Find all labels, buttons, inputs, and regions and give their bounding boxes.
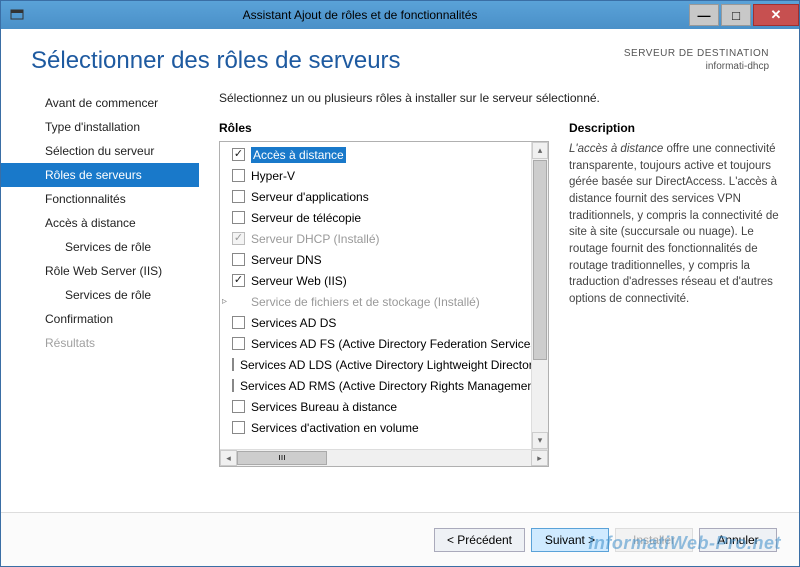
role-item[interactable]: Services AD LDS (Active Directory Lightw…	[220, 354, 548, 375]
expand-icon[interactable]: ▹	[222, 296, 232, 307]
role-checkbox[interactable]	[232, 211, 245, 224]
wizard-step[interactable]: Avant de commencer	[1, 91, 199, 115]
wizard-step[interactable]: Rôles de serveurs	[1, 163, 199, 187]
roles-label: Rôles	[219, 121, 549, 135]
app-icon	[9, 7, 25, 23]
role-checkbox	[232, 232, 245, 245]
role-checkbox[interactable]	[232, 148, 245, 161]
role-checkbox[interactable]	[232, 316, 245, 329]
window-buttons: — □ ✕	[687, 4, 799, 26]
description-body: offre une connectivité transparente, tou…	[569, 143, 779, 305]
wizard-step[interactable]: Accès à distance	[1, 211, 199, 235]
scroll-thumb-v[interactable]	[533, 160, 547, 360]
minimize-button[interactable]: —	[689, 4, 719, 26]
wizard-step: Résultats	[1, 331, 199, 355]
wizard-step[interactable]: Services de rôle	[1, 235, 199, 259]
role-checkbox[interactable]	[232, 400, 245, 413]
role-label: Services AD LDS (Active Directory Lightw…	[240, 358, 548, 372]
titlebar: Assistant Ajout de rôles et de fonctionn…	[1, 1, 799, 29]
horizontal-scrollbar[interactable]: ◂ ııı ▸	[220, 449, 548, 466]
role-checkbox[interactable]	[232, 337, 245, 350]
role-checkbox[interactable]	[232, 274, 245, 287]
window-title: Assistant Ajout de rôles et de fonctionn…	[33, 8, 687, 22]
wizard-step[interactable]: Fonctionnalités	[1, 187, 199, 211]
header: Sélectionner des rôles de serveurs SERVE…	[1, 29, 799, 85]
role-item[interactable]: Serveur DNS	[220, 249, 548, 270]
wizard-steps: Avant de commencerType d'installationSél…	[1, 85, 199, 512]
role-label: Services d'activation en volume	[251, 421, 419, 435]
role-label: Serveur DNS	[251, 253, 322, 267]
role-label: Serveur DHCP (Installé)	[251, 232, 379, 246]
wizard-step[interactable]: Rôle Web Server (IIS)	[1, 259, 199, 283]
role-label: Serveur Web (IIS)	[251, 274, 347, 288]
wizard-step[interactable]: Services de rôle	[1, 283, 199, 307]
destination-server: informati-dhcp	[624, 60, 769, 73]
wizard-body: Sélectionner des rôles de serveurs SERVE…	[1, 29, 799, 566]
role-label: Services AD FS (Active Directory Federat…	[251, 337, 540, 351]
role-label: Service de fichiers et de stockage (Inst…	[251, 295, 480, 309]
role-item[interactable]: Hyper-V	[220, 165, 548, 186]
role-checkbox[interactable]	[232, 358, 234, 371]
install-button: Installer	[615, 528, 693, 552]
role-item[interactable]: Services AD RMS (Active Directory Rights…	[220, 375, 548, 396]
role-checkbox[interactable]	[232, 169, 245, 182]
cancel-button[interactable]: Annuler	[699, 528, 777, 552]
destination-label: SERVEUR DE DESTINATION	[624, 47, 769, 60]
scroll-down-arrow[interactable]: ▾	[532, 432, 548, 449]
role-checkbox[interactable]	[232, 421, 245, 434]
roles-listbox: Accès à distance Hyper-V Serveur d'applica…	[219, 141, 549, 467]
role-label: Serveur d'applications	[251, 190, 369, 204]
role-checkbox[interactable]	[232, 253, 245, 266]
role-item[interactable]: Services AD FS (Active Directory Federat…	[220, 333, 548, 354]
role-label: Services AD RMS (Active Directory Rights…	[240, 379, 548, 393]
role-item[interactable]: Services Bureau à distance	[220, 396, 548, 417]
role-item[interactable]: Serveur d'applications	[220, 186, 548, 207]
vertical-scrollbar[interactable]: ▴ ▾	[531, 142, 548, 449]
role-item[interactable]: Services d'activation en volume	[220, 417, 548, 438]
role-checkbox[interactable]	[232, 379, 234, 392]
description-lead: L'accès à distance	[569, 143, 663, 155]
footer: < Précédent Suivant > Installer Annuler	[1, 512, 799, 566]
wizard-step[interactable]: Sélection du serveur	[1, 139, 199, 163]
previous-button[interactable]: < Précédent	[434, 528, 525, 552]
role-label: Services Bureau à distance	[251, 400, 397, 414]
close-button[interactable]: ✕	[753, 4, 799, 26]
scroll-left-arrow[interactable]: ◂	[220, 450, 237, 466]
role-item[interactable]: Serveur de télécopie	[220, 207, 548, 228]
scroll-right-arrow[interactable]: ▸	[531, 450, 548, 466]
role-item[interactable]: Services AD DS	[220, 312, 548, 333]
wizard-step[interactable]: Type d'installation	[1, 115, 199, 139]
wizard-step[interactable]: Confirmation	[1, 307, 199, 331]
wizard-window: Assistant Ajout de rôles et de fonctionn…	[0, 0, 800, 567]
destination-info: SERVEUR DE DESTINATION informati-dhcp	[624, 47, 769, 73]
role-item[interactable]: Accès à distance	[220, 144, 548, 165]
scroll-thumb-h[interactable]: ııı	[237, 451, 327, 465]
page-title: Sélectionner des rôles de serveurs	[31, 47, 401, 75]
content: Avant de commencerType d'installationSél…	[1, 85, 799, 512]
description-label: Description	[569, 121, 791, 135]
role-item: Serveur DHCP (Installé)	[220, 228, 548, 249]
scroll-up-arrow[interactable]: ▴	[532, 142, 548, 159]
role-checkbox[interactable]	[232, 190, 245, 203]
instruction-text: Sélectionnez un ou plusieurs rôles à ins…	[219, 91, 791, 105]
main-panel: Sélectionnez un ou plusieurs rôles à ins…	[199, 85, 799, 512]
description-text: L'accès à distance offre une connectivit…	[569, 141, 791, 308]
role-label: Serveur de télécopie	[251, 211, 361, 225]
next-button[interactable]: Suivant >	[531, 528, 609, 552]
role-item: ▹ Service de fichiers et de stockage (Ins…	[220, 291, 548, 312]
role-item[interactable]: Serveur Web (IIS)	[220, 270, 548, 291]
role-label: Services AD DS	[251, 316, 336, 330]
maximize-button[interactable]: □	[721, 4, 751, 26]
role-label: Hyper-V	[251, 169, 295, 183]
role-label: Accès à distance	[251, 147, 346, 163]
